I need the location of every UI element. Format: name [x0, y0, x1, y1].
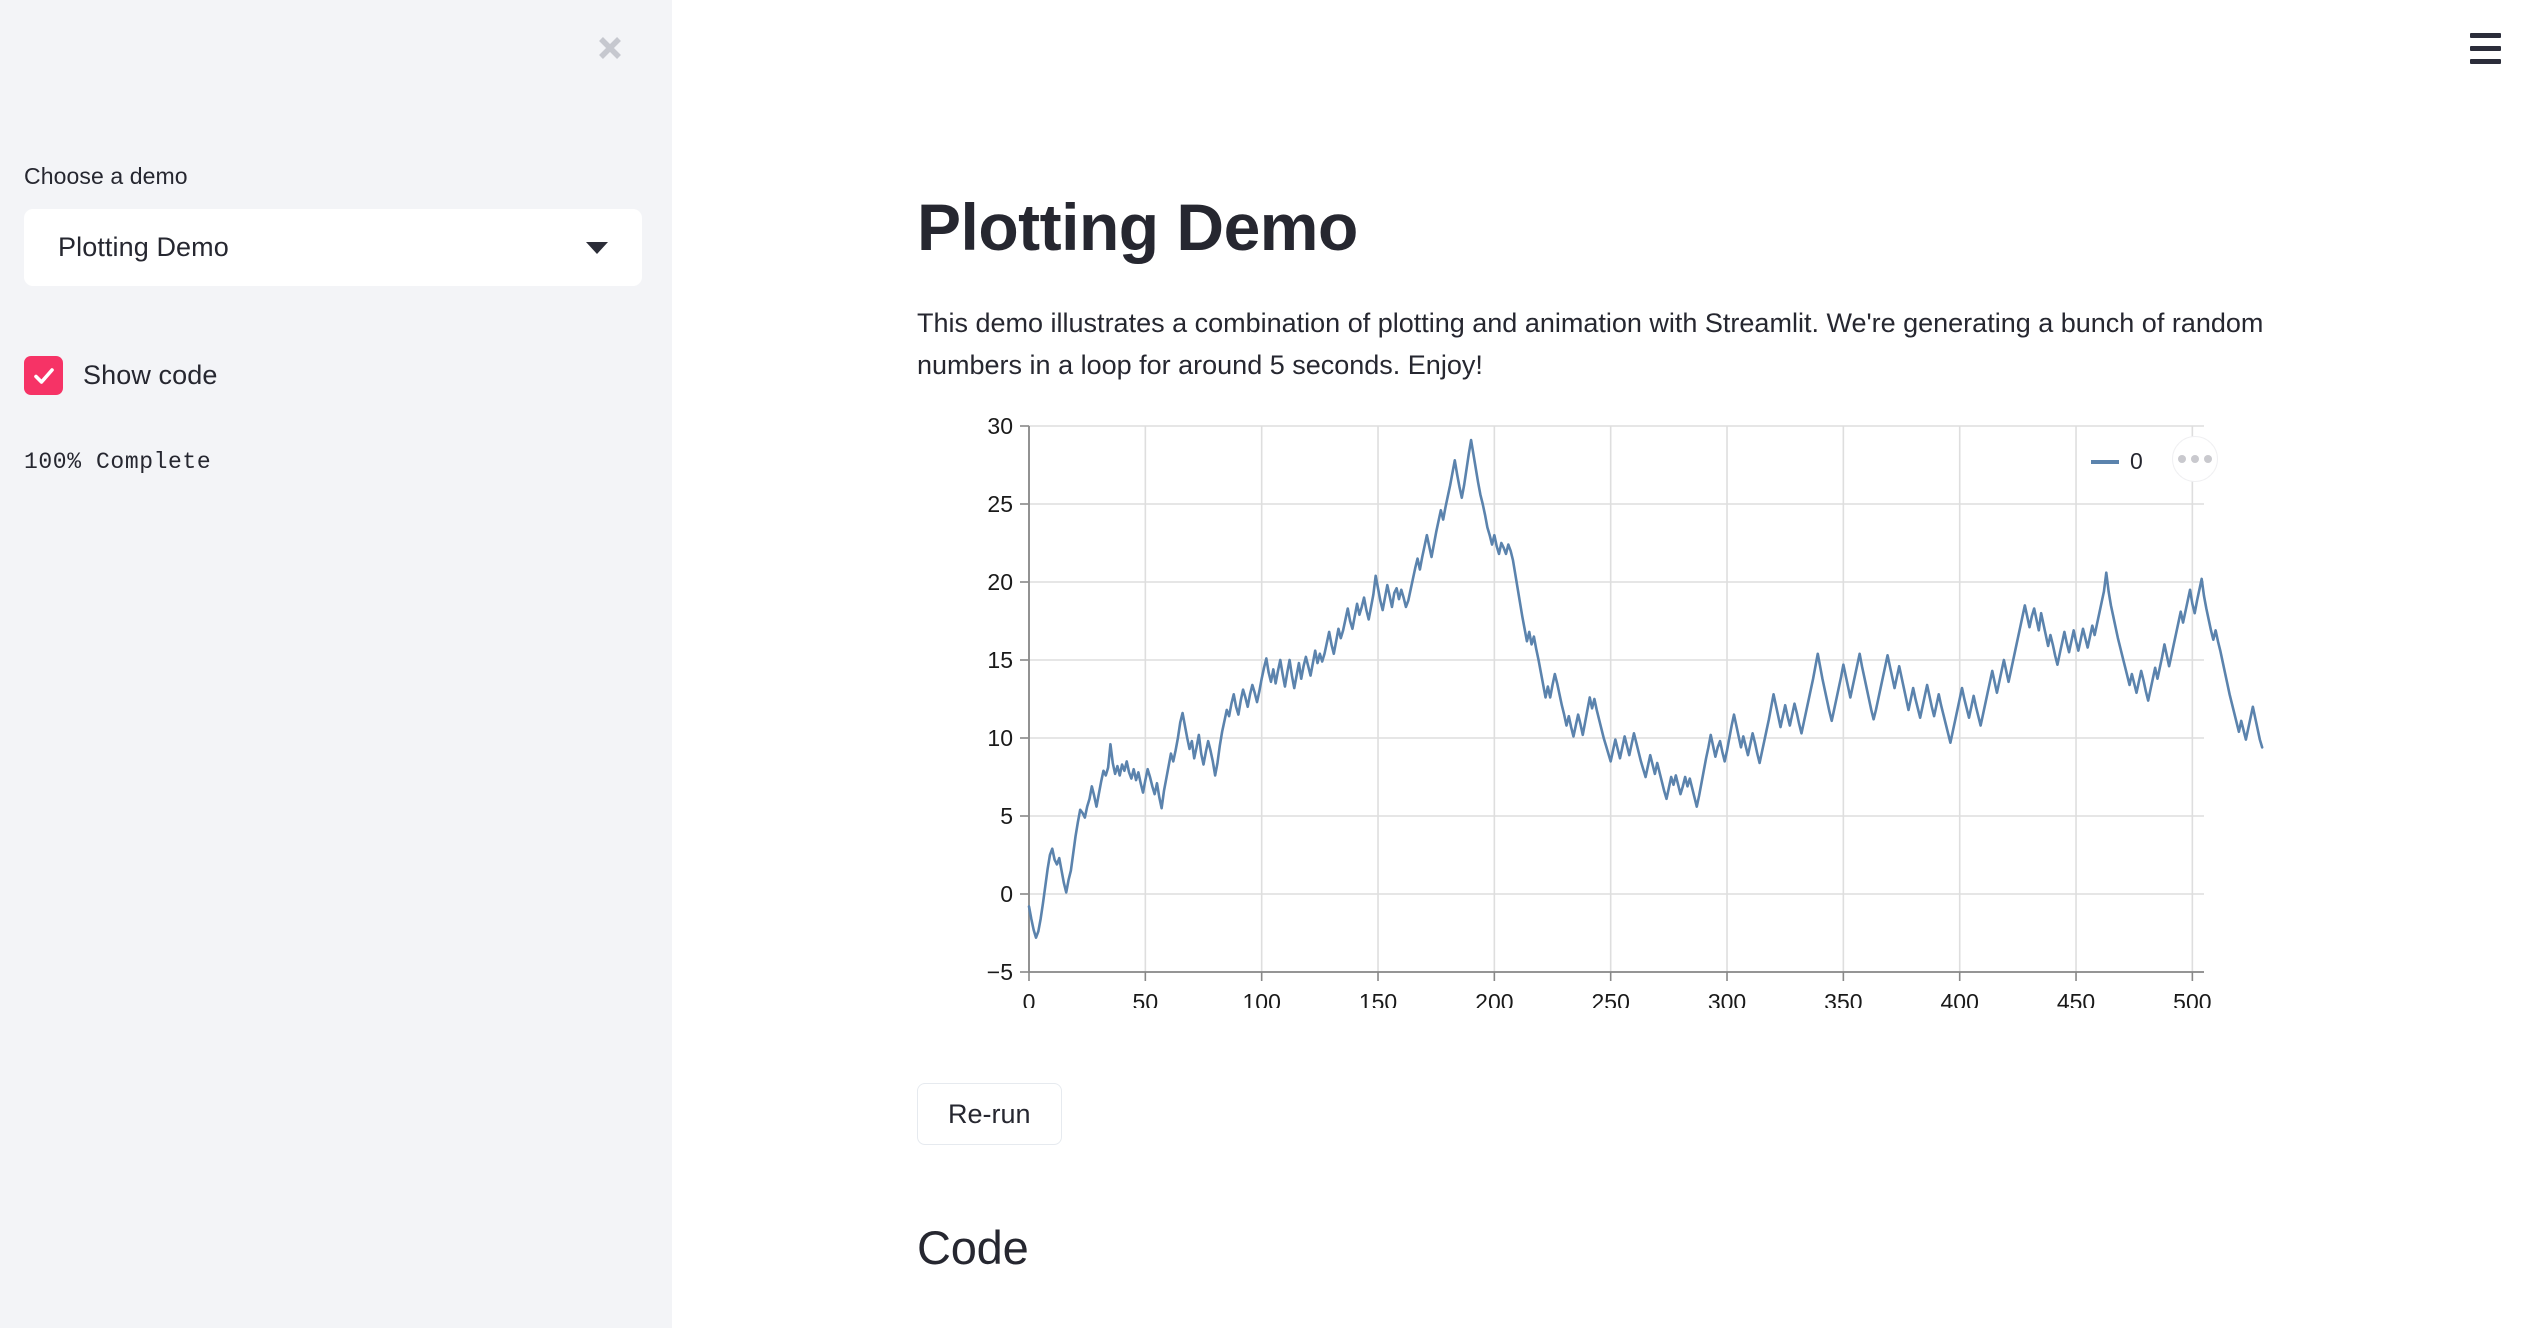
legend-color-swatch	[2091, 459, 2119, 464]
show-code-label: Show code	[83, 360, 218, 391]
chart-canvas: −50510152025300 50 100 150 200 250 300 350 400 45…	[987, 413, 2264, 1008]
chevron-down-icon	[586, 241, 608, 254]
page-title: Plotting Demo	[917, 190, 1358, 264]
main-content: Plotting Demo This demo illustrates a co…	[672, 0, 2533, 1328]
x-axis-tick-label: 150	[1359, 989, 1397, 1008]
dot	[2178, 455, 2186, 464]
app-root: Choose a demo Plotting Demo Show code 10…	[0, 0, 2533, 1328]
content-column: Plotting Demo This demo illustrates a co…	[917, 0, 2497, 1328]
close-x-icon[interactable]	[588, 26, 632, 70]
y-axis-tick-label: 15	[987, 647, 1013, 673]
checkmark-icon	[24, 356, 63, 396]
demo-select-value: Plotting Demo	[58, 232, 229, 263]
sidebar-content: Choose a demo Plotting Demo Show code 10…	[24, 160, 648, 475]
chart-legend: 0	[2091, 448, 2143, 475]
page-description: This demo illustrates a combination of p…	[917, 307, 2264, 380]
x-axis-tick-label: 50	[1133, 989, 1159, 1008]
y-axis-tick-label: 10	[987, 725, 1013, 751]
x-axis-tick-label: 300	[1708, 989, 1746, 1008]
x-axis-tick-label: 450	[2057, 989, 2095, 1008]
more-options-icon[interactable]	[2172, 436, 2218, 483]
legend-label: 0	[2130, 448, 2143, 475]
line-chart[interactable]: −5 0 5 10 15 20 25 30 0 50 100 150 200 250 300 350 400 45…	[917, 408, 2379, 1008]
demo-select[interactable]: Plotting Demo	[24, 209, 642, 287]
progress-status-text: 100% Complete	[24, 449, 212, 476]
y-axis-tick-label: 5	[1000, 803, 1013, 829]
sidebar: Choose a demo Plotting Demo Show code 10…	[0, 0, 672, 1328]
dot	[2191, 455, 2199, 464]
dot	[2204, 455, 2212, 464]
demo-select-label: Choose a demo	[24, 163, 188, 189]
y-axis-tick-label: 0	[1000, 881, 1013, 907]
show-code-checkbox[interactable]: Show code	[24, 356, 218, 396]
x-axis-tick-label: 500	[2173, 989, 2211, 1008]
y-axis-tick-label: −5	[987, 959, 1013, 985]
y-axis-tick-label: 25	[987, 491, 1013, 517]
x-axis-tick-label: 0	[1023, 989, 1036, 1008]
code-section-heading: Code	[917, 1221, 1029, 1275]
x-axis-tick-label: 400	[1941, 989, 1979, 1008]
x-axis-tick-label: 250	[1591, 989, 1629, 1008]
x-axis-tick-label: 200	[1475, 989, 1513, 1008]
y-axis-tick-label: 30	[987, 413, 1013, 439]
chart-series-line	[1027, 438, 2264, 940]
y-axis-tick-label: 20	[987, 569, 1013, 595]
x-axis-tick-label: 350	[1824, 989, 1862, 1008]
rerun-button[interactable]: Re-run	[917, 1083, 1062, 1146]
x-axis-tick-label: 100	[1242, 989, 1280, 1008]
